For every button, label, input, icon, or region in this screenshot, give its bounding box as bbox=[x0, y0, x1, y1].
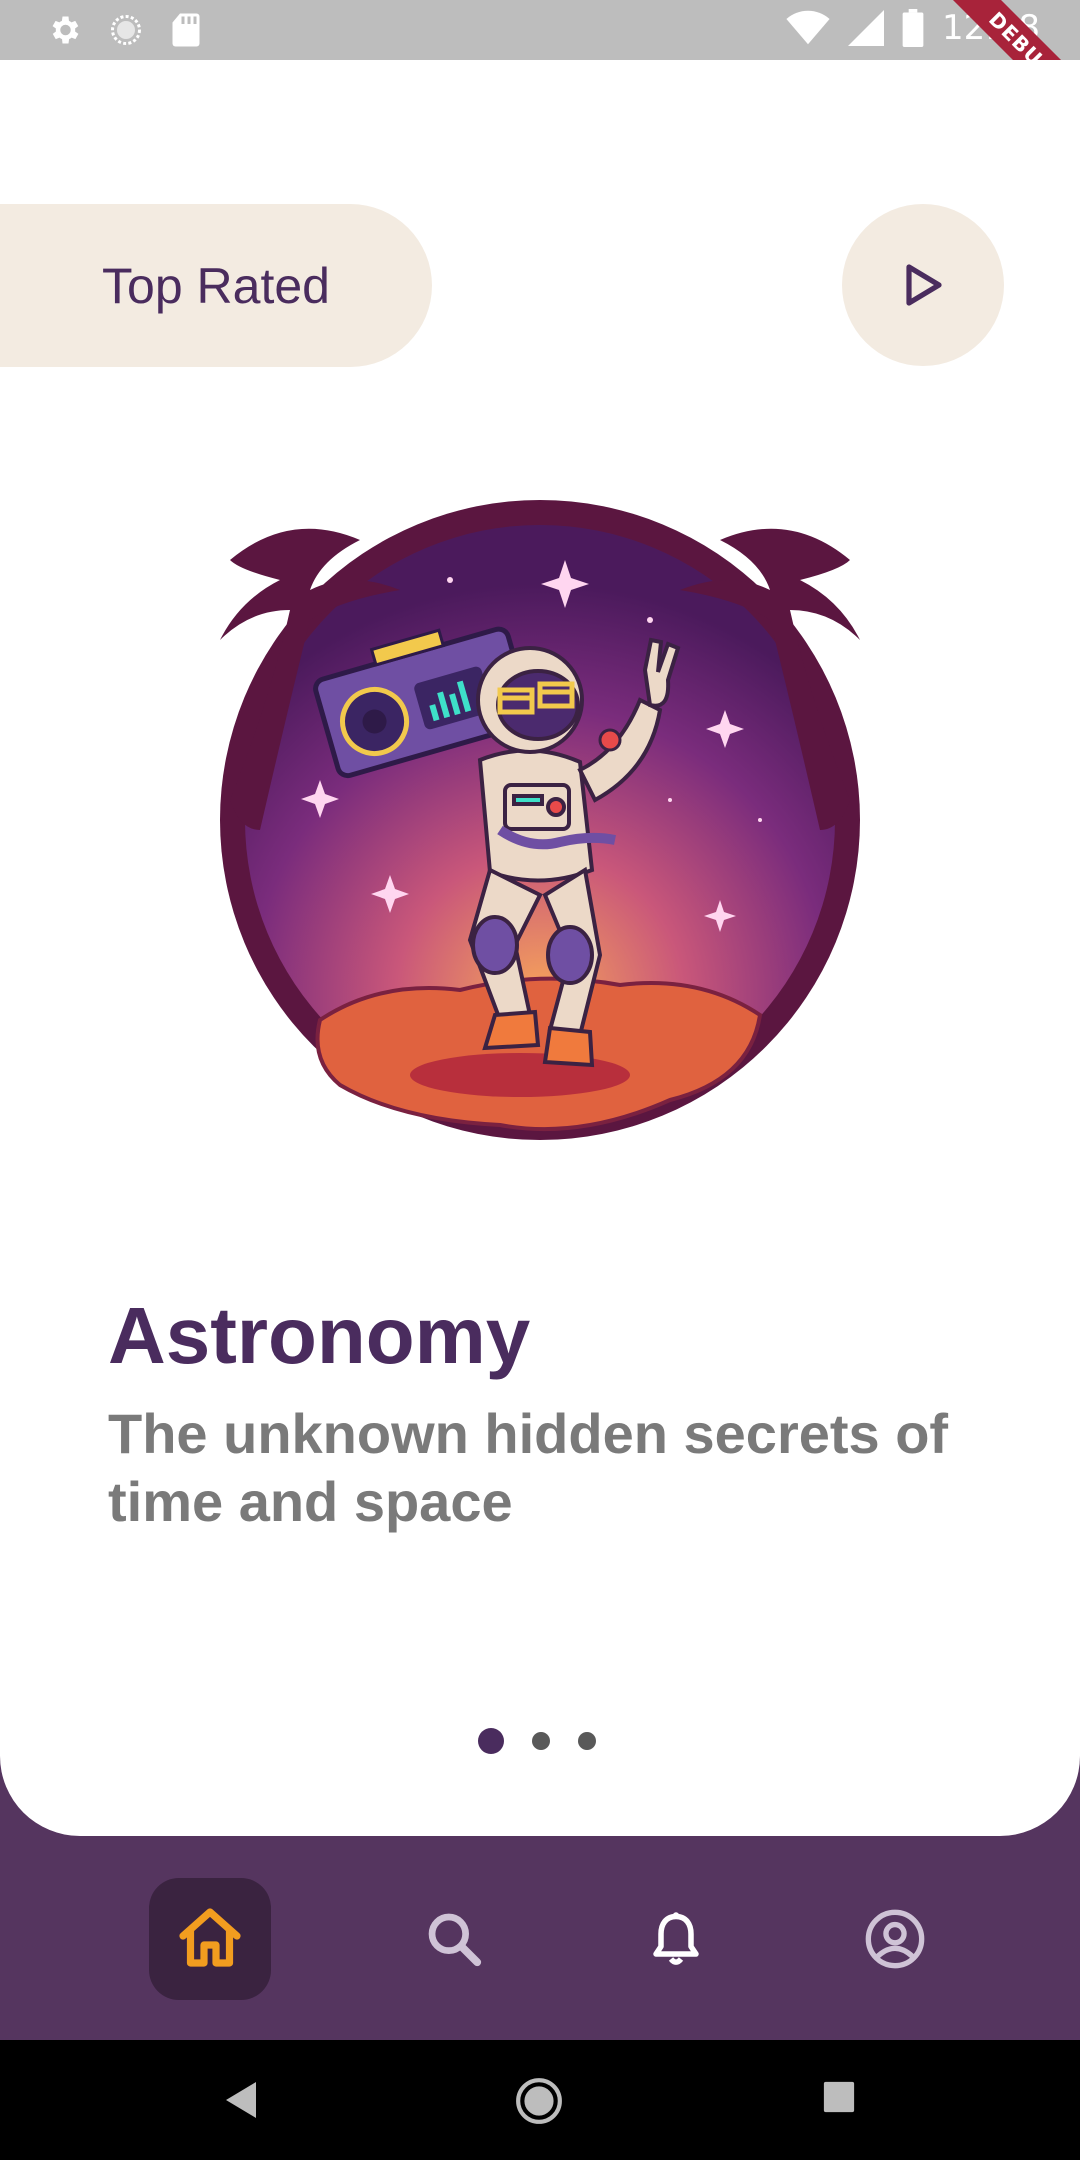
search-icon bbox=[428, 1913, 482, 1967]
home-button-icon[interactable] bbox=[514, 2076, 564, 2126]
top-rated-label: Top Rated bbox=[102, 257, 330, 314]
signal-icon bbox=[848, 10, 885, 46]
battery-icon bbox=[902, 9, 924, 47]
play-icon bbox=[906, 264, 942, 306]
nav-search[interactable] bbox=[393, 1878, 515, 2000]
nav-home[interactable] bbox=[149, 1878, 271, 2000]
page-dot[interactable] bbox=[578, 1732, 596, 1750]
bell-icon bbox=[653, 1912, 699, 1965]
account-icon bbox=[865, 1909, 925, 1969]
topic-title: Astronomy bbox=[108, 1291, 531, 1380]
back-icon[interactable] bbox=[222, 2080, 258, 2120]
wifi-icon bbox=[786, 10, 830, 45]
home-icon bbox=[179, 1908, 241, 1967]
play-button[interactable] bbox=[842, 204, 1004, 366]
page-dot[interactable] bbox=[532, 1732, 550, 1750]
gear-icon bbox=[52, 16, 79, 44]
topic-subtitle: The unknown hidden secrets of time and s… bbox=[108, 1402, 949, 1533]
page-dot-active[interactable] bbox=[478, 1728, 504, 1754]
status-bar: 12:18 DEBUG bbox=[0, 0, 1080, 60]
circle-icon bbox=[111, 15, 141, 45]
astronaut-illustration bbox=[220, 500, 860, 1140]
recents-icon[interactable] bbox=[822, 2080, 856, 2114]
page-indicator bbox=[478, 1728, 596, 1754]
nav-profile[interactable] bbox=[834, 1878, 956, 2000]
top-rated-chip[interactable]: Top Rated bbox=[0, 204, 432, 367]
nav-notifications[interactable] bbox=[615, 1878, 737, 2000]
content-card-bottom bbox=[0, 1600, 1080, 1836]
sd-card-icon bbox=[172, 13, 200, 47]
bottom-navigation bbox=[0, 1836, 1080, 2040]
system-navigation-bar bbox=[0, 2040, 1080, 2160]
